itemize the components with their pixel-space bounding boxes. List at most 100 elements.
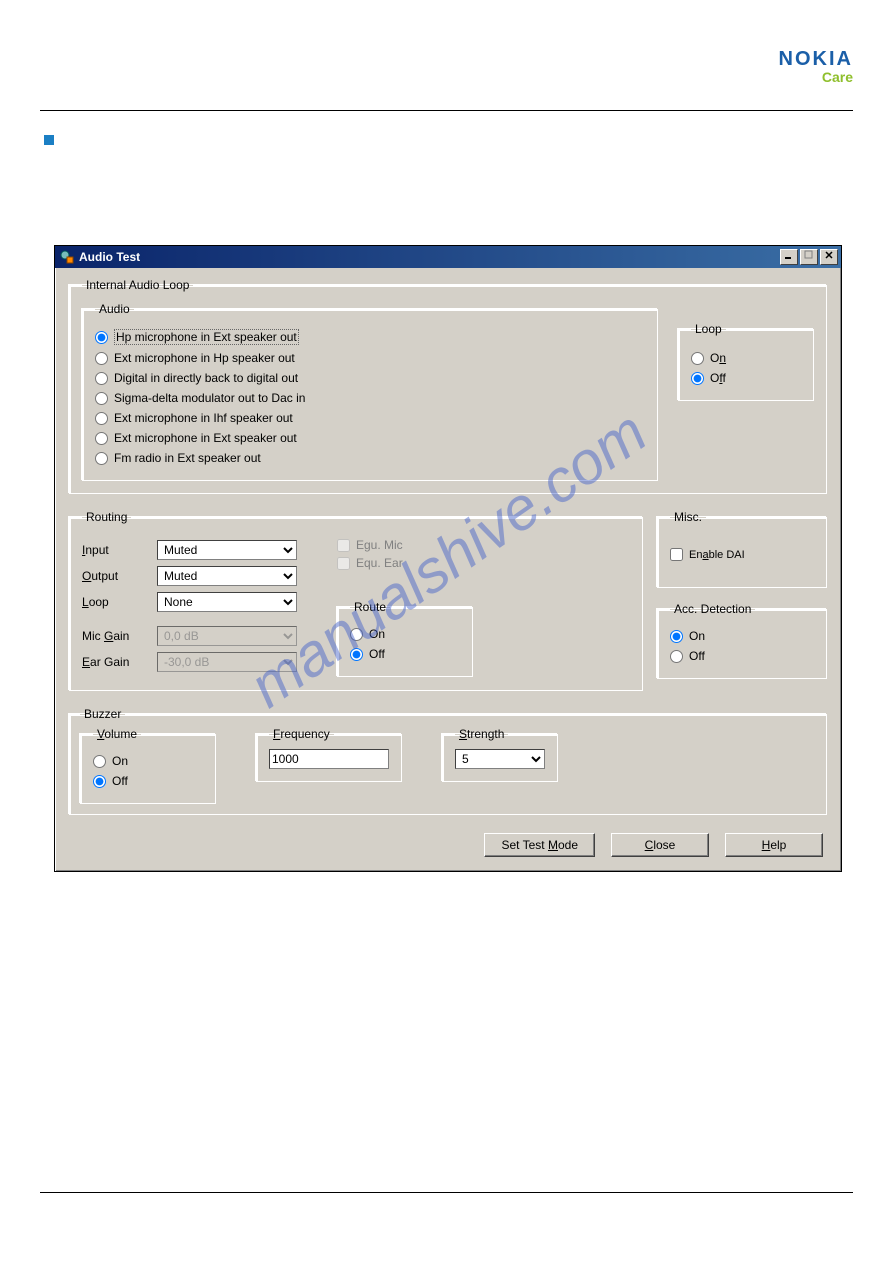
close-button[interactable] bbox=[820, 249, 838, 265]
buzzer-legend: Buzzer bbox=[80, 707, 125, 721]
audio-legend: Audio bbox=[95, 302, 134, 316]
vol-on[interactable]: On bbox=[93, 751, 203, 771]
equ-mic-checkbox bbox=[337, 539, 350, 552]
acc-detection-legend: Acc. Detection bbox=[670, 602, 755, 616]
routing-group: Routing InputMuted OutputMuted LoopNone … bbox=[69, 510, 643, 691]
route-off-label: Off bbox=[369, 647, 385, 661]
acc-off-radio[interactable] bbox=[670, 650, 683, 663]
window-title: Audio Test bbox=[79, 250, 780, 264]
route-on-radio[interactable] bbox=[350, 628, 363, 641]
enable-dai-row[interactable]: Enable DAI bbox=[670, 538, 814, 571]
acc-off[interactable]: Off bbox=[670, 646, 814, 666]
misc-legend: Misc. bbox=[670, 510, 706, 524]
nokia-logo: NOKIA Care bbox=[779, 48, 853, 85]
vol-on-radio[interactable] bbox=[93, 755, 106, 768]
equ-mic-label: Egu. Mic bbox=[356, 538, 403, 552]
equ-ear-check: Equ. Ear bbox=[337, 556, 473, 570]
maximize-button[interactable] bbox=[800, 249, 818, 265]
mic-gain-label: Mic Gain bbox=[82, 629, 147, 643]
frequency-group: Frequency bbox=[256, 727, 402, 782]
minimize-button[interactable] bbox=[780, 249, 798, 265]
titlebar[interactable]: Audio Test bbox=[55, 246, 841, 268]
misc-group: Misc. Enable DAI bbox=[657, 510, 827, 588]
route-on-label: On bbox=[369, 627, 385, 641]
loop-off-radio[interactable] bbox=[691, 372, 704, 385]
route-on[interactable]: On bbox=[350, 624, 460, 644]
audio-radio-1[interactable] bbox=[95, 352, 108, 365]
route-group: Route On Off bbox=[337, 600, 473, 677]
audio-option-4[interactable]: Ext microphone in Ihf speaker out bbox=[95, 408, 645, 428]
routing-legend: Routing bbox=[82, 510, 131, 524]
vol-on-label: On bbox=[112, 754, 128, 768]
audio-radio-5[interactable] bbox=[95, 432, 108, 445]
audio-option-3[interactable]: Sigma-delta modulator out to Dac in bbox=[95, 388, 645, 408]
loop-on-label: n bbox=[719, 351, 726, 365]
route-legend: Route bbox=[350, 600, 390, 614]
input-label: Input bbox=[82, 543, 147, 557]
loop-on-radio[interactable] bbox=[691, 352, 704, 365]
close-dialog-button[interactable]: Close bbox=[611, 833, 709, 857]
volume-group: Volume On Off bbox=[80, 727, 216, 804]
vol-off-label: Off bbox=[112, 774, 128, 788]
audio-option-5[interactable]: Ext microphone in Ext speaker out bbox=[95, 428, 645, 448]
route-off[interactable]: Off bbox=[350, 644, 460, 664]
audio-radio-6[interactable] bbox=[95, 452, 108, 465]
buzzer-group: Buzzer Volume On Off Frequency Strength … bbox=[69, 707, 827, 815]
page-header: NOKIA Care bbox=[40, 0, 853, 111]
acc-on-label: On bbox=[689, 629, 705, 643]
equ-ear-label: Equ. Ear bbox=[356, 556, 403, 570]
loop-group: Loop On Off bbox=[678, 322, 814, 401]
strength-group: Strength 5 bbox=[442, 727, 558, 782]
vol-off-radio[interactable] bbox=[93, 775, 106, 788]
audio-option-2[interactable]: Digital in directly back to digital out bbox=[95, 368, 645, 388]
equ-mic-check: Egu. Mic bbox=[337, 538, 473, 552]
help-button[interactable]: Help bbox=[725, 833, 823, 857]
app-icon bbox=[59, 249, 75, 265]
audio-label-0: Hp microphone in Ext speaker out bbox=[114, 329, 299, 345]
set-test-mode-button[interactable]: Set Test Mode bbox=[484, 833, 595, 857]
section-bullet-icon bbox=[44, 135, 54, 145]
acc-on[interactable]: On bbox=[670, 626, 814, 646]
audio-radio-2[interactable] bbox=[95, 372, 108, 385]
logo-care: Care bbox=[779, 69, 853, 85]
audio-label-2: Digital in directly back to digital out bbox=[114, 371, 298, 385]
audio-option-6[interactable]: Fm radio in Ext speaker out bbox=[95, 448, 645, 468]
equ-ear-checkbox bbox=[337, 557, 350, 570]
loop-label: Loop bbox=[82, 595, 147, 609]
loop-off[interactable]: Off bbox=[691, 368, 801, 388]
audio-radio-0[interactable] bbox=[95, 331, 108, 344]
audio-group: Audio Hp microphone in Ext speaker out E… bbox=[82, 302, 658, 481]
loop-legend: Loop bbox=[691, 322, 726, 336]
loop-off-label: f bbox=[719, 371, 722, 385]
loop-select[interactable]: None bbox=[157, 592, 297, 612]
input-select[interactable]: Muted bbox=[157, 540, 297, 560]
frequency-legend: Frequency bbox=[269, 727, 334, 741]
audio-radio-3[interactable] bbox=[95, 392, 108, 405]
page-footer-divider bbox=[40, 1192, 853, 1193]
audio-test-window: Audio Test Internal Audio Loop Audio Hp … bbox=[54, 245, 842, 872]
acc-on-radio[interactable] bbox=[670, 630, 683, 643]
output-label: Output bbox=[82, 569, 147, 583]
audio-label-6: Fm radio in Ext speaker out bbox=[114, 451, 261, 465]
audio-label-3: Sigma-delta modulator out to Dac in bbox=[114, 391, 305, 405]
audio-label-1: Ext microphone in Hp speaker out bbox=[114, 351, 295, 365]
vol-off[interactable]: Off bbox=[93, 771, 203, 791]
internal-audio-loop-group: Internal Audio Loop Audio Hp microphone … bbox=[69, 278, 827, 494]
loop-on[interactable]: On bbox=[691, 348, 801, 368]
logo-nokia: NOKIA bbox=[779, 48, 853, 71]
strength-legend: Strength bbox=[455, 727, 508, 741]
acc-off-label: Off bbox=[689, 649, 705, 663]
ear-gain-label: Ear Gain bbox=[82, 655, 147, 669]
audio-option-0[interactable]: Hp microphone in Ext speaker out bbox=[95, 326, 645, 348]
enable-dai-checkbox[interactable] bbox=[670, 548, 683, 561]
audio-label-5: Ext microphone in Ext speaker out bbox=[114, 431, 297, 445]
enable-dai-label: Enable DAI bbox=[689, 549, 745, 561]
route-off-radio[interactable] bbox=[350, 648, 363, 661]
output-select[interactable]: Muted bbox=[157, 566, 297, 586]
audio-option-1[interactable]: Ext microphone in Hp speaker out bbox=[95, 348, 645, 368]
strength-select[interactable]: 5 bbox=[455, 749, 545, 769]
volume-legend: Volume bbox=[93, 727, 141, 741]
frequency-input[interactable] bbox=[269, 749, 389, 769]
audio-radio-4[interactable] bbox=[95, 412, 108, 425]
internal-audio-loop-legend: Internal Audio Loop bbox=[82, 278, 193, 292]
